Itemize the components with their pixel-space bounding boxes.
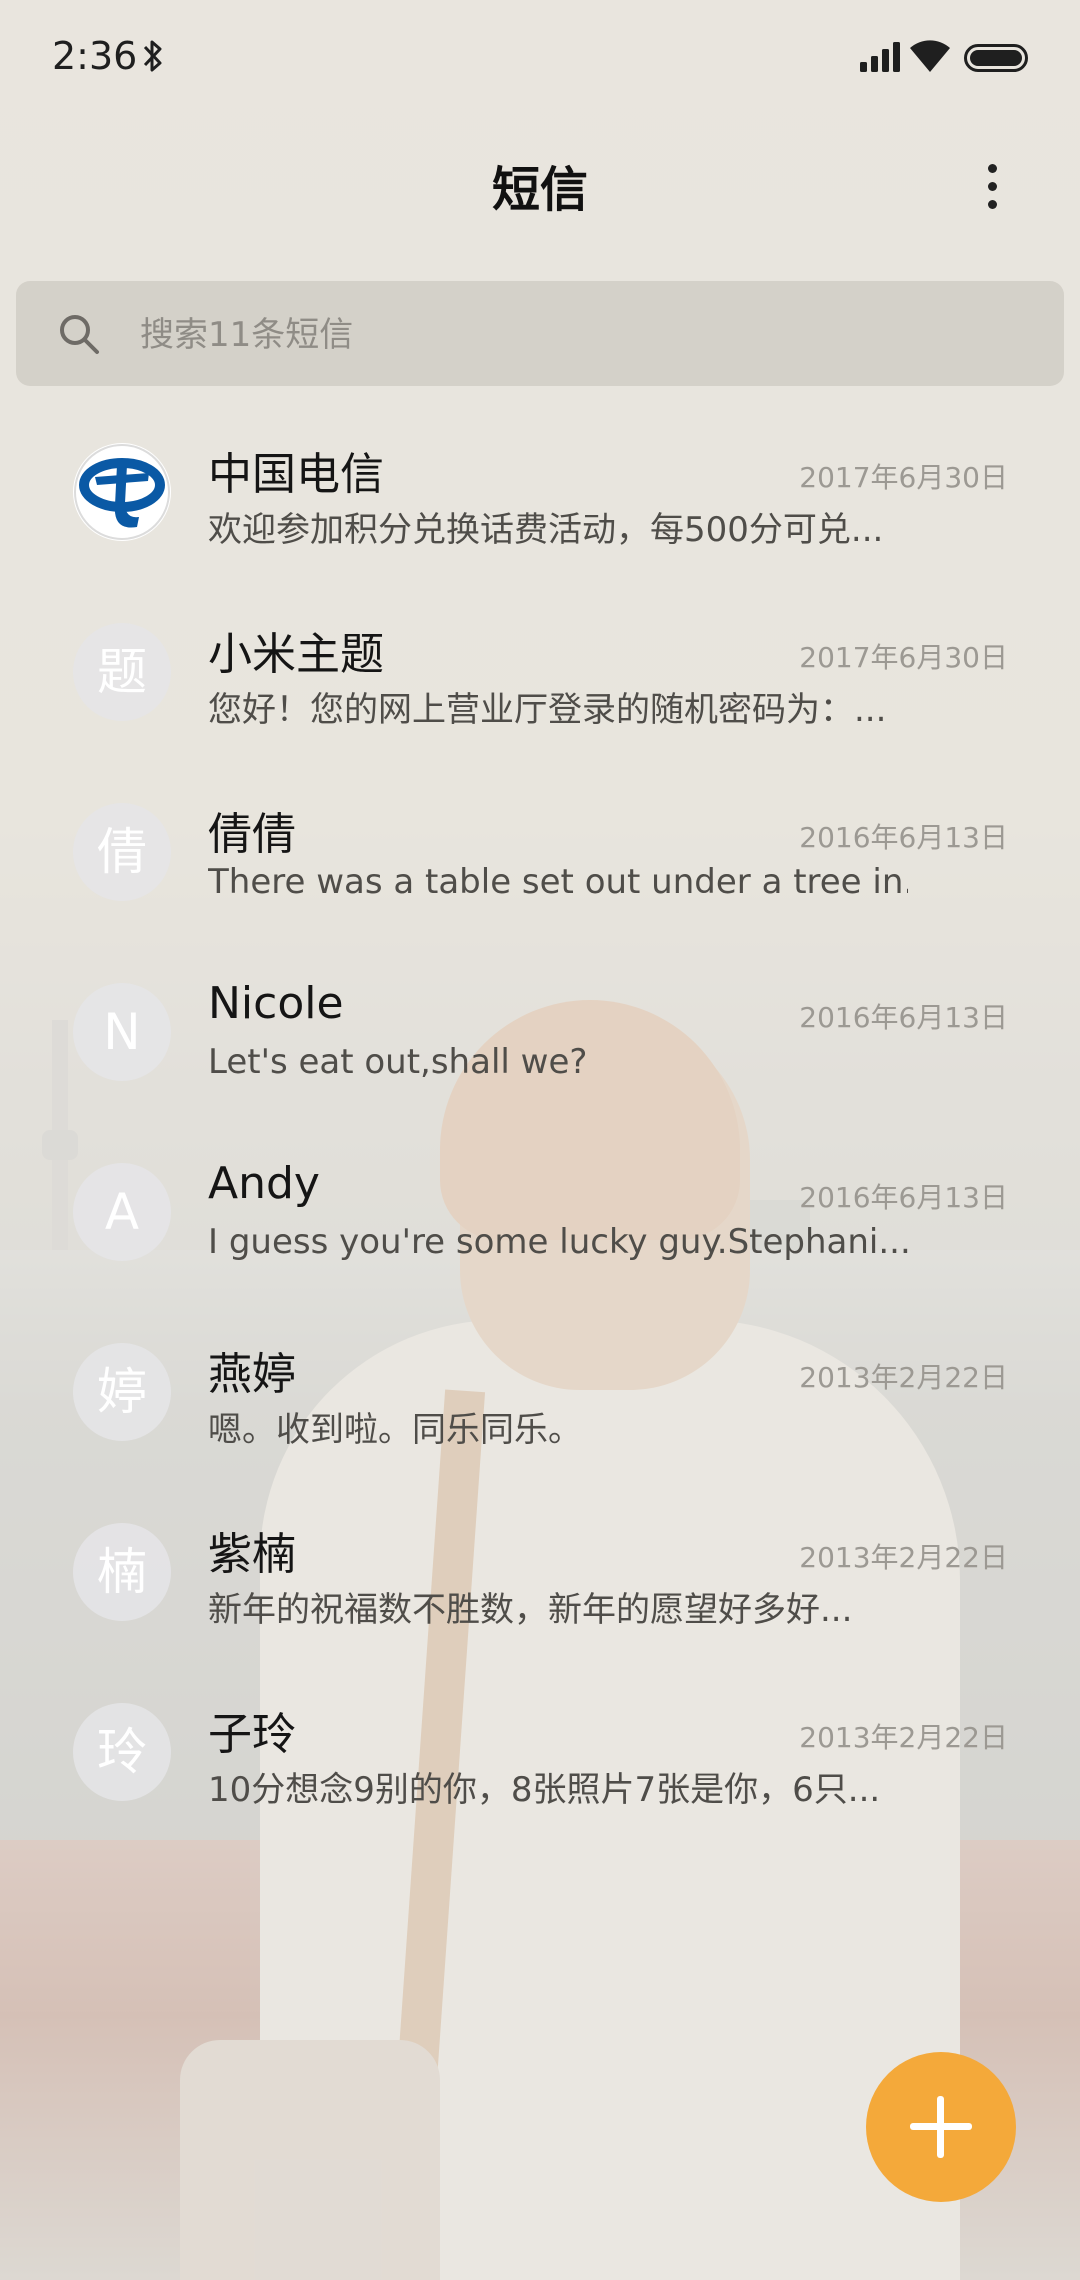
conversation-date: 2013年2月22日 <box>799 1721 1008 1754</box>
conversation-item[interactable]: 婷 燕婷 2013年2月22日 嗯。收到啦。同乐同乐。 <box>0 1310 1080 1490</box>
conversation-item[interactable]: 题 小米主题 2017年6月30日 您好！您的网上营业厅登录的随机密码为：... <box>0 590 1080 770</box>
conversation-item[interactable]: 中国电信 2017年6月30日 欢迎参加积分兑换话费活动，每500分可兑... <box>0 410 1080 590</box>
page-title: 短信 <box>491 162 588 218</box>
conversation-item[interactable]: A Andy 2016年6月13日 I guess you're some lu… <box>0 1130 1080 1310</box>
more-vertical-icon <box>988 164 997 173</box>
conversation-name: 中国电信 <box>208 449 384 500</box>
conversation-preview: There was a table set out under a tree i… <box>208 862 908 902</box>
conversation-date: 2017年6月30日 <box>799 641 1008 674</box>
conversation-date: 2016年6月13日 <box>799 1001 1008 1034</box>
conversation-list: 中国电信 2017年6月30日 欢迎参加积分兑换话费活动，每500分可兑... … <box>0 410 1080 1850</box>
wifi-icon <box>910 40 950 72</box>
conversation-name: 紫楠 <box>208 1529 296 1580</box>
avatar: 倩 <box>73 803 171 901</box>
conversation-preview: 嗯。收到啦。同乐同乐。 <box>208 1410 582 1450</box>
status-time: 2:36 <box>52 34 138 78</box>
search-input[interactable] <box>138 305 1022 365</box>
conversation-preview: Let's eat out,shall we? <box>208 1042 588 1082</box>
conversation-date: 2013年2月22日 <box>799 1541 1008 1574</box>
conversation-date: 2013年2月22日 <box>799 1361 1008 1394</box>
signal-icon <box>860 42 900 72</box>
search-icon <box>60 315 99 354</box>
bluetooth-icon <box>143 40 162 72</box>
conversation-date: 2017年6月30日 <box>799 461 1008 494</box>
new-message-button[interactable] <box>866 2052 1016 2202</box>
more-options-button[interactable] <box>966 156 1018 218</box>
conversation-name: 子玲 <box>208 1709 296 1760</box>
conversation-preview: 您好！您的网上营业厅登录的随机密码为：... <box>208 690 887 730</box>
conversation-item[interactable]: N Nicole 2016年6月13日 Let's eat out,shall … <box>0 950 1080 1130</box>
conversation-date: 2016年6月13日 <box>799 821 1008 854</box>
avatar: 玲 <box>73 1703 171 1801</box>
conversation-preview: I guess you're some lucky guy.Stephani..… <box>208 1222 908 1262</box>
avatar: 婷 <box>73 1343 171 1441</box>
avatar: 楠 <box>73 1523 171 1621</box>
conversation-name: 燕婷 <box>208 1349 296 1400</box>
conversation-item[interactable]: 玲 子玲 2013年2月22日 10分想念9别的你，8张照片7张是你，6只... <box>0 1670 1080 1850</box>
china-telecom-logo-icon <box>73 443 171 541</box>
status-bar: 2:36 <box>0 0 1080 120</box>
conversation-preview: 10分想念9别的你，8张照片7张是你，6只... <box>208 1770 881 1810</box>
conversation-preview: 新年的祝福数不胜数，新年的愿望好多好... <box>208 1590 853 1630</box>
battery-icon <box>964 44 1028 72</box>
avatar: N <box>73 983 171 1081</box>
conversation-item[interactable]: 楠 紫楠 2013年2月22日 新年的祝福数不胜数，新年的愿望好多好... <box>0 1490 1080 1670</box>
conversation-name: 小米主题 <box>208 629 384 680</box>
search-bar[interactable] <box>16 281 1064 386</box>
conversation-name: Andy <box>208 1158 320 1209</box>
conversation-preview: 欢迎参加积分兑换话费活动，每500分可兑... <box>208 510 884 550</box>
conversation-date: 2016年6月13日 <box>799 1181 1008 1214</box>
conversation-name: 倩倩 <box>208 809 296 860</box>
avatar: A <box>73 1163 171 1261</box>
conversation-item[interactable]: 倩 倩倩 2016年6月13日 There was a table set ou… <box>0 770 1080 950</box>
avatar: 题 <box>73 623 171 721</box>
conversation-name: Nicole <box>208 978 344 1029</box>
